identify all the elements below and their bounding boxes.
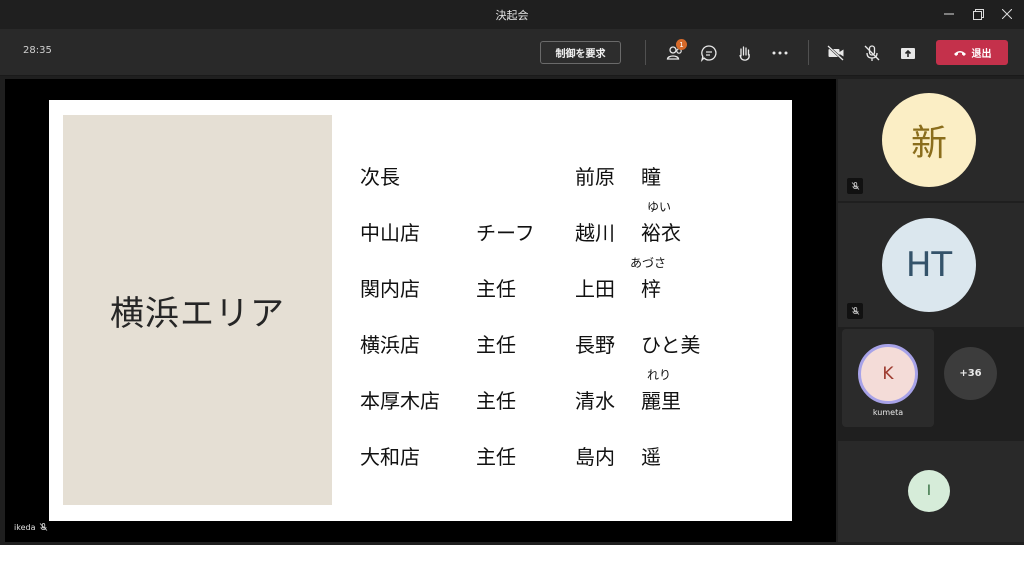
participant-tile[interactable]: K kumeta	[842, 329, 934, 427]
close-icon	[1002, 9, 1012, 19]
camera-off-icon	[827, 45, 844, 61]
reaction-hand-icon	[739, 46, 750, 61]
shared-slide: 横浜エリア 次長 前原 瞳 中山店 チーフ 越川 ゆい 裕衣 関内店 主任 上田…	[49, 100, 792, 521]
close-window-button[interactable]	[996, 4, 1018, 24]
minimize-button[interactable]	[938, 4, 960, 24]
leave-button[interactable]: 退出	[936, 40, 1008, 65]
participant-tile[interactable]: HT	[838, 203, 1024, 327]
slide-role: チーフ	[476, 221, 535, 245]
more-options-button[interactable]	[769, 42, 791, 64]
avatar: K	[858, 344, 918, 404]
more-icon	[772, 51, 788, 55]
slide-given-name: 瞳	[641, 165, 661, 189]
toolbar-divider	[808, 40, 809, 65]
share-icon	[901, 48, 915, 59]
slide-role: 主任	[476, 445, 516, 469]
slide-role: 主任	[476, 277, 516, 301]
title-bar: 決起会	[0, 0, 1024, 29]
chat-button[interactable]	[698, 42, 720, 64]
slide-role: 主任	[476, 333, 516, 357]
slide-store: 次長	[360, 165, 400, 189]
muted-indicator	[847, 178, 863, 194]
presenter-label: ikeda	[14, 522, 48, 532]
minimize-icon	[944, 13, 954, 15]
slide-surname: 清水	[575, 389, 615, 413]
chat-icon	[700, 45, 717, 62]
shared-content-stage: 横浜エリア 次長 前原 瞳 中山店 チーフ 越川 ゆい 裕衣 関内店 主任 上田…	[5, 79, 836, 542]
slide-title-panel: 横浜エリア	[63, 115, 332, 505]
slide-surname: 長野	[575, 333, 615, 357]
mic-toggle-button[interactable]	[861, 42, 883, 64]
slide-store: 関内店	[360, 277, 420, 301]
avatar: I	[908, 470, 950, 512]
restore-button[interactable]	[967, 4, 989, 24]
participant-tile[interactable]: I	[838, 441, 1024, 542]
participant-name: kumeta	[872, 408, 904, 417]
avatar: HT	[882, 218, 976, 312]
camera-toggle-button[interactable]	[825, 42, 847, 64]
slide-surname: 島内	[575, 445, 615, 469]
slide-furigana: あづさ	[630, 256, 667, 270]
request-control-button[interactable]: 制御を要求	[540, 41, 621, 64]
share-screen-button[interactable]	[897, 42, 919, 64]
slide-store: 横浜店	[360, 333, 420, 357]
toolbar-divider	[645, 40, 646, 65]
participant-gallery: 新 HT K kumeta +36 I	[838, 79, 1024, 542]
presenter-name: ikeda	[14, 522, 36, 532]
muted-indicator	[847, 303, 863, 319]
slide-given-name: 麗里	[641, 389, 681, 413]
avatar: 新	[882, 93, 976, 187]
meeting-window: 決起会 28:35 制御を要求 1 退出 横浜エリア 次長 前原 瞳 中山店 チ…	[0, 0, 1024, 545]
mic-off-icon	[851, 182, 859, 190]
mic-off-icon	[851, 307, 859, 315]
slide-given-name: 遥	[641, 445, 661, 469]
slide-furigana: れり	[647, 368, 672, 382]
meeting-timer: 28:35	[23, 45, 52, 56]
leave-label: 退出	[971, 49, 992, 60]
participant-tile[interactable]: 新	[838, 79, 1024, 201]
more-participants-button[interactable]: +36	[944, 347, 997, 400]
slide-surname: 前原	[575, 165, 615, 189]
slide-store: 中山店	[360, 221, 420, 245]
mic-off-icon	[864, 45, 880, 61]
mic-off-icon	[40, 523, 48, 531]
slide-given-name: 梓	[641, 277, 661, 301]
meeting-toolbar: 28:35 制御を要求 1 退出	[0, 29, 1024, 76]
window-title: 決起会	[495, 9, 529, 22]
slide-surname: 越川	[575, 221, 615, 245]
slide-furigana: ゆい	[647, 200, 672, 214]
restore-icon	[972, 8, 984, 20]
slide-store: 大和店	[360, 445, 420, 469]
participants-count-badge: 1	[676, 39, 687, 50]
hangup-icon	[953, 50, 966, 56]
slide-given-name: ひと美	[641, 333, 701, 357]
slide-area-title: 横浜エリア	[110, 293, 285, 334]
slide-store: 本厚木店	[360, 389, 440, 413]
slide-given-name: 裕衣	[641, 221, 681, 245]
slide-role: 主任	[476, 389, 516, 413]
reactions-button[interactable]	[734, 42, 756, 64]
participant-row: K kumeta +36	[838, 329, 1024, 439]
slide-surname: 上田	[575, 277, 615, 301]
participants-button[interactable]: 1	[664, 39, 687, 64]
